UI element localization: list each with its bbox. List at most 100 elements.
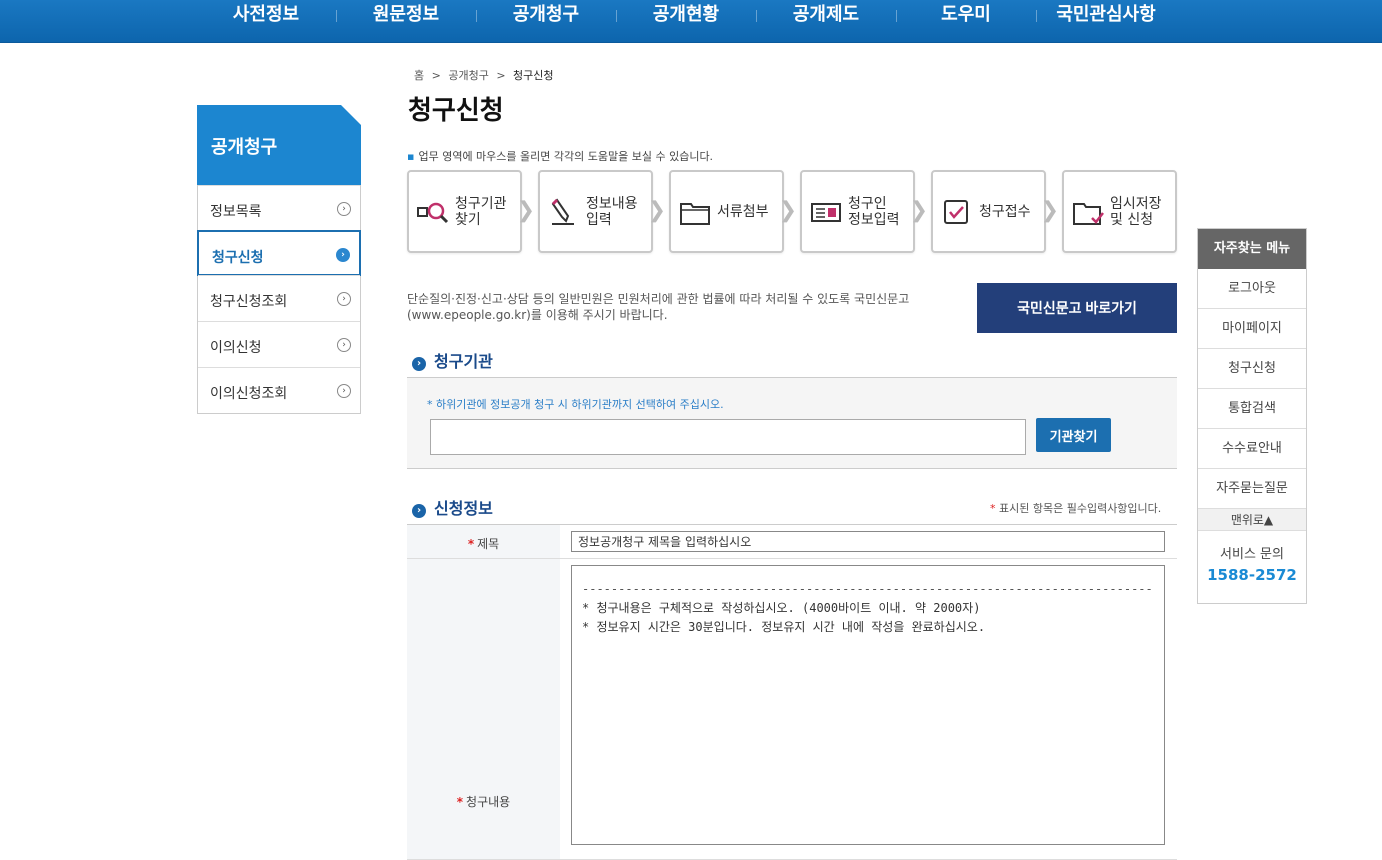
step-submit-request[interactable]: 청구접수 ❯ <box>931 170 1059 253</box>
breadcrumb-separator: > <box>431 69 441 82</box>
breadcrumb-home[interactable]: 홈 <box>414 69 424 82</box>
sidebar-item-label: 청구신청 <box>212 250 264 266</box>
help-guide-text: ▪ 업무 영역에 마우스를 올리면 각각의 도움말을 보실 수 있습니다. <box>407 148 713 164</box>
breadcrumb-parent[interactable]: 공개청구 <box>448 69 488 82</box>
step-requester-info[interactable]: 청구인 정보입력 ❯ <box>800 170 928 253</box>
content-textarea[interactable]: ----------------------------------------… <box>571 565 1165 845</box>
sidebar-item-request-apply[interactable]: 청구신청 › <box>197 230 361 276</box>
sidebar-item-label: 정보목록 <box>210 204 262 220</box>
org-search-box: * 하위기관에 정보공개 청구 시 하위기관까지 선택하여 주십시오. 기관찾기 <box>407 377 1177 469</box>
org-hint: * 하위기관에 정보공개 청구 시 하위기관까지 선택하여 주십시오. <box>427 398 724 411</box>
nav-item-disclosure-status[interactable]: 공개현황 <box>616 0 756 32</box>
nav-item-disclosure-request[interactable]: 공개청구 <box>476 0 616 32</box>
sidebar-item-label: 이의신청 <box>210 340 262 356</box>
nav-item-disclosure-system[interactable]: 공개제도 <box>756 0 896 32</box>
breadcrumb: 홈 > 공개청구 > 청구신청 <box>414 67 558 83</box>
chevron-right-icon: › <box>336 248 350 262</box>
id-card-icon <box>811 202 841 222</box>
sidebar-item-label: 이의신청조회 <box>210 386 288 402</box>
breadcrumb-current: 청구신청 <box>513 69 554 82</box>
epeople-link-button[interactable]: 국민신문고 바로가기 <box>977 283 1177 333</box>
subject-cell <box>560 525 1177 558</box>
top-navigation: 사전정보 원문정보 공개청구 공개현황 공개제도 도우미 국민관심사항 <box>0 0 1382 43</box>
step-label: 정보내용 <box>586 195 638 212</box>
form-row-content: * 청구내용 ----------------------------------… <box>407 559 1177 860</box>
subject-label: * 제목 <box>407 525 560 558</box>
guide-text: 업무 영역에 마우스를 올리면 각각의 도움말을 보실 수 있습니다. <box>418 150 714 163</box>
sidebar-item-objection[interactable]: 이의신청 › <box>198 321 360 367</box>
required-note: * 표시된 항목은 필수입력사항입니다. <box>990 500 1161 516</box>
apply-form: *제목 *청구내용 ------------------------------… <box>407 524 1177 860</box>
step-enter-info[interactable]: 정보내용 입력 ❯ <box>538 170 666 253</box>
pencil-icon <box>551 197 574 225</box>
content-guide-line: * 정보유지 시간은 30분입니다. 정보유지 시간 내에 작성을 완료하십시오… <box>582 620 986 634</box>
breadcrumb-separator: > <box>496 69 506 82</box>
nav-item-original-info[interactable]: 원문정보 <box>336 0 476 32</box>
page-title: 청구신청 <box>408 96 504 126</box>
step-label: 청구인 <box>848 195 887 212</box>
required-star-icon: * <box>456 795 464 809</box>
nav-item-public-interest[interactable]: 국민관심사항 <box>1036 0 1176 32</box>
sidebar-item-info-list[interactable]: 정보목록 › <box>198 185 360 231</box>
step-label: 입력 <box>586 211 612 228</box>
org-section-title: › 청구기관 <box>412 348 493 372</box>
quick-item-faq[interactable]: 자주묻는질문 <box>1198 469 1306 509</box>
chevron-right-circle-icon: › <box>412 504 426 518</box>
search-org-icon <box>417 202 449 223</box>
sidebar-item-objection-inquiry[interactable]: 이의신청조회 › <box>198 367 360 413</box>
org-search-input[interactable] <box>430 419 1026 455</box>
content-label-wrap: * 청구내용 <box>407 793 560 810</box>
nav-item-pre-info[interactable]: 사전정보 <box>196 0 336 32</box>
required-star-icon: * <box>467 537 475 551</box>
step-save-and-apply[interactable]: 임시저장 및 신청 <box>1062 170 1177 253</box>
service-inquiry: 서비스 문의 1588-2572 <box>1198 531 1306 603</box>
step-label: 서류첨부 <box>717 203 769 220</box>
quick-menu-title: 자주찾는 메뉴 <box>1198 229 1306 269</box>
form-row-subject: * 제목 <box>407 525 1177 559</box>
step-label: 임시저장 <box>1110 195 1162 212</box>
chevron-right-icon: ❯ <box>516 198 535 223</box>
sidebar-item-label: 청구신청조회 <box>210 294 288 310</box>
step-attach-docs[interactable]: 서류첨부 ❯ <box>669 170 797 253</box>
nav-item-help[interactable]: 도우미 <box>896 0 1036 32</box>
chevron-right-circle-icon: › <box>412 357 426 371</box>
chevron-right-icon: › <box>337 292 351 306</box>
required-note-text: 표시된 항목은 필수입력사항입니다. <box>999 502 1162 515</box>
quick-item-search[interactable]: 통합검색 <box>1198 389 1306 429</box>
chevron-right-icon: › <box>337 338 351 352</box>
quick-item-request-apply[interactable]: 청구신청 <box>1198 349 1306 389</box>
label-text: 제목 <box>477 537 500 551</box>
sidebar-item-request-inquiry[interactable]: 청구신청조회 › <box>198 275 360 321</box>
sidebar-title: 공개청구 <box>197 105 361 185</box>
check-box-icon <box>944 199 968 224</box>
content-label: * 청구내용 <box>407 559 560 859</box>
section-title-text: 청구기관 <box>434 352 493 371</box>
quick-item-logout[interactable]: 로그아웃 <box>1198 269 1306 309</box>
sidebar-menu: 정보목록 › 청구신청 › 청구신청조회 › 이의신청 › 이의신청조회 › <box>197 185 361 414</box>
chevron-right-icon: › <box>337 384 351 398</box>
section-title-text: 신청정보 <box>434 499 493 518</box>
subject-input[interactable] <box>571 531 1165 552</box>
quick-item-mypage[interactable]: 마이페이지 <box>1198 309 1306 349</box>
chevron-right-icon: ❯ <box>647 198 666 223</box>
content-divider: ----------------------------------------… <box>582 582 1154 596</box>
apply-section-title: › 신청정보 <box>412 495 493 519</box>
step-find-org[interactable]: 청구기관 찾기 ❯ <box>407 170 535 253</box>
step-label: 청구기관 <box>455 195 507 212</box>
service-inquiry-label: 서비스 문의 <box>1220 547 1284 562</box>
folder-icon <box>680 202 710 225</box>
chevron-right-icon: ❯ <box>778 198 797 223</box>
process-steps: 청구기관 찾기 ❯ 정보내용 입력 ❯ 서류첨부 ❯ 청구인 정보입력 ❯ 청구접수 … <box>407 170 1177 253</box>
step-label: 청구접수 <box>979 203 1031 220</box>
back-to-top-button[interactable]: 맨위로▲ <box>1198 509 1306 531</box>
label-text: 청구내용 <box>466 795 511 809</box>
quick-item-fee-guide[interactable]: 수수료안내 <box>1198 429 1306 469</box>
find-org-button[interactable]: 기관찾기 <box>1036 418 1111 452</box>
service-phone: 1588-2572 <box>1207 566 1297 584</box>
content-guide-line: * 청구내용은 구체적으로 작성하십시오. (4000바이트 이내. 약 200… <box>582 601 981 615</box>
chevron-right-icon: ❯ <box>909 198 928 223</box>
chevron-right-icon: ❯ <box>1040 198 1059 223</box>
step-label: 정보입력 <box>848 211 900 228</box>
bullet-icon: ▪ <box>407 150 415 163</box>
step-label: 찾기 <box>455 211 481 228</box>
